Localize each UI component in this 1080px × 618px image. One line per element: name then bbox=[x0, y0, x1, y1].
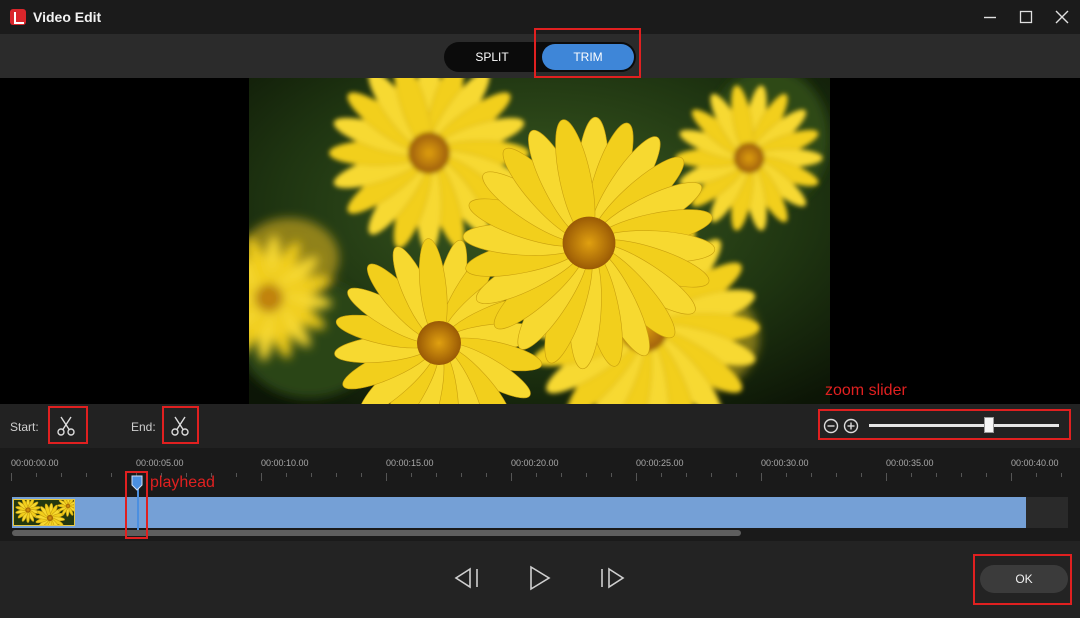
ruler-tick bbox=[1011, 473, 1012, 481]
end-scissors-highlight bbox=[162, 406, 199, 444]
next-frame-icon bbox=[601, 567, 625, 589]
ruler-label: 00:00:25.00 bbox=[636, 458, 684, 468]
start-scissors-highlight bbox=[48, 406, 88, 444]
ruler-tick bbox=[986, 473, 987, 477]
ruler-tick bbox=[411, 473, 412, 477]
window-title: Video Edit bbox=[33, 9, 102, 25]
zoom-slider-annotation: zoom slider bbox=[825, 382, 907, 399]
track-empty-area bbox=[1026, 497, 1068, 528]
ruler-tick bbox=[386, 473, 387, 481]
ruler-tick bbox=[861, 473, 862, 477]
ruler-label: 00:00:30.00 bbox=[761, 458, 809, 468]
minimize-icon bbox=[984, 16, 996, 19]
ruler-tick bbox=[61, 473, 62, 477]
ruler-tick bbox=[961, 473, 962, 477]
ruler-tick bbox=[336, 473, 337, 477]
previous-frame-icon bbox=[454, 567, 478, 589]
zoom-slider-highlight bbox=[818, 409, 1071, 440]
ruler-label: 00:00:20.00 bbox=[511, 458, 559, 468]
close-icon bbox=[1055, 10, 1069, 24]
ruler-tick bbox=[436, 473, 437, 477]
ruler-tick bbox=[261, 473, 262, 481]
close-button[interactable] bbox=[1044, 0, 1080, 34]
ruler-label: 00:00:00.00 bbox=[11, 458, 59, 468]
ruler-tick bbox=[661, 473, 662, 477]
ruler-tick bbox=[686, 473, 687, 477]
ruler-label: 00:00:40.00 bbox=[1011, 458, 1059, 468]
ruler-tick bbox=[461, 473, 462, 477]
ruler-tick bbox=[811, 473, 812, 477]
ruler-tick bbox=[611, 473, 612, 477]
ruler-label: 00:00:15.00 bbox=[386, 458, 434, 468]
playhead-highlight bbox=[125, 471, 148, 539]
ruler-tick bbox=[936, 473, 937, 477]
ruler-tick bbox=[111, 473, 112, 477]
ruler-tick bbox=[311, 473, 312, 477]
ruler-tick bbox=[711, 473, 712, 477]
ruler-tick bbox=[1036, 473, 1037, 477]
video-track[interactable] bbox=[12, 497, 1026, 528]
maximize-icon bbox=[1019, 10, 1033, 24]
ruler-tick bbox=[636, 473, 637, 481]
ruler-tick bbox=[736, 473, 737, 477]
trim-tab-highlight bbox=[534, 28, 641, 78]
ruler-tick bbox=[836, 473, 837, 477]
ruler-tick bbox=[511, 473, 512, 481]
ruler-label: 00:00:35.00 bbox=[886, 458, 934, 468]
app-logo-icon bbox=[10, 9, 26, 25]
ok-button-highlight bbox=[973, 554, 1072, 605]
clip-thumbnail bbox=[13, 499, 75, 526]
ruler-tick bbox=[561, 473, 562, 477]
ruler-tick bbox=[536, 473, 537, 477]
video-frame bbox=[249, 78, 830, 404]
play-icon bbox=[530, 565, 551, 591]
ruler-tick bbox=[911, 473, 912, 477]
playhead-annotation: playhead bbox=[150, 474, 215, 491]
next-frame-button[interactable] bbox=[598, 566, 626, 595]
maximize-button[interactable] bbox=[1008, 0, 1044, 34]
ruler-tick bbox=[886, 473, 887, 481]
ruler-tick bbox=[236, 473, 237, 477]
ruler-tick bbox=[36, 473, 37, 477]
ruler-tick bbox=[761, 473, 762, 481]
minimize-button[interactable] bbox=[972, 0, 1008, 34]
play-button[interactable] bbox=[527, 564, 553, 597]
ruler-tick bbox=[11, 473, 12, 481]
timeline-scrollbar[interactable] bbox=[12, 530, 741, 536]
ruler-tick bbox=[361, 473, 362, 477]
ruler-tick bbox=[486, 473, 487, 477]
ruler-label: 00:00:05.00 bbox=[136, 458, 184, 468]
ruler-tick bbox=[286, 473, 287, 477]
tab-split[interactable]: SPLIT bbox=[444, 42, 540, 72]
ruler-tick bbox=[586, 473, 587, 477]
ruler-label: 00:00:10.00 bbox=[261, 458, 309, 468]
ruler-tick bbox=[86, 473, 87, 477]
start-label: Start: bbox=[10, 420, 39, 434]
ruler-tick bbox=[786, 473, 787, 477]
previous-frame-button[interactable] bbox=[453, 566, 481, 595]
end-label: End: bbox=[131, 420, 156, 434]
ruler-tick bbox=[1061, 473, 1062, 477]
